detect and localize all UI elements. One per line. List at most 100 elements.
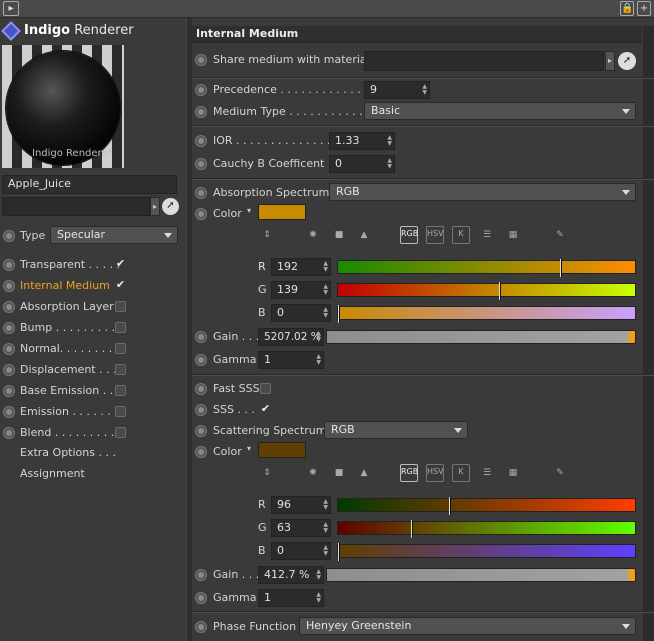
range-icon[interactable]: ⇕ [258, 464, 276, 482]
swatches-icon[interactable]: ▦ [504, 464, 522, 482]
channel-checkbox[interactable] [115, 364, 126, 375]
absorption-r-slider-handle[interactable] [560, 259, 562, 277]
gain2-input[interactable]: 412.7 % ▲ ▼ [258, 566, 324, 584]
medium-type-dropdown[interactable]: Basic [364, 102, 636, 120]
absorption-spectrum-dropdown[interactable]: RGB [329, 183, 636, 201]
absorption-b-slider-handle[interactable] [338, 305, 340, 323]
gain2-radio-icon[interactable] [195, 569, 207, 581]
gamma1-input[interactable]: 1 ▲ ▼ [258, 351, 324, 369]
color-wheel-icon[interactable]: ✺ [304, 464, 322, 482]
phase-function-dropdown[interactable]: Henyey Greenstein [299, 617, 636, 635]
mixer-icon[interactable]: ☰ [478, 464, 496, 482]
precedence-input[interactable]: 9 ▲ ▼ [364, 81, 430, 99]
gradient-square-icon[interactable]: ■ [330, 464, 348, 482]
color2-swatch[interactable] [258, 442, 306, 458]
scattering-g-slider-handle[interactable] [411, 520, 413, 538]
channel-radio-icon[interactable] [3, 259, 15, 271]
eyedropper-icon[interactable]: ✎ [551, 464, 569, 482]
add-panel-icon[interactable]: + [637, 1, 651, 16]
sss-radio-icon[interactable] [195, 404, 207, 416]
absorption-g-slider-handle[interactable] [499, 282, 501, 300]
absorption-r-input[interactable]: 192 ▲ ▼ [271, 258, 331, 276]
assignment-link[interactable]: Assignment [20, 467, 85, 481]
gamma1-radio-icon[interactable] [195, 354, 207, 366]
share-medium-field[interactable] [364, 51, 604, 71]
cauchy-input[interactable]: 0 ▲ ▼ [329, 155, 395, 173]
channel-radio-icon[interactable] [3, 343, 15, 355]
scattering-r-input[interactable]: 96 ▲ ▼ [271, 496, 331, 514]
channel-radio-icon[interactable] [3, 301, 15, 313]
absorption-b-input[interactable]: 0 ▲ ▼ [271, 304, 331, 322]
precedence-radio-icon[interactable] [195, 84, 207, 96]
material-link-field[interactable] [2, 197, 150, 216]
gain1-radio-icon[interactable] [195, 331, 207, 343]
share-arrow-button[interactable]: ▸ [605, 51, 615, 71]
channel-radio-icon[interactable] [3, 322, 15, 334]
hsv-mode-button[interactable]: HSV [426, 226, 444, 244]
channel-label[interactable]: Normal. . . . . . . . . [20, 342, 119, 356]
gain1-input[interactable]: 5207.02 % ▲ ▼ [258, 328, 324, 346]
channel-label[interactable]: Emission . . . . . . . [20, 405, 118, 419]
channel-checkbox[interactable] [115, 427, 126, 438]
kelvin-mode-button[interactable]: K [452, 226, 470, 244]
color1-expand-icon[interactable]: ▾ [247, 204, 251, 218]
channel-radio-icon[interactable] [3, 385, 15, 397]
channel-checkbox[interactable] [115, 385, 126, 396]
scattering-b-slider[interactable] [337, 543, 636, 561]
kelvin-mode-button[interactable]: K [452, 464, 470, 482]
scrollbar[interactable] [643, 26, 654, 641]
mixer-icon[interactable]: ☰ [478, 226, 496, 244]
absorption-g-slider[interactable] [337, 282, 636, 300]
extra-options-link[interactable]: Extra Options . . . [20, 446, 116, 460]
rgb-mode-button[interactable]: RGB [400, 226, 418, 244]
fast-sss-checkbox[interactable] [260, 383, 271, 394]
channel-checkbox[interactable] [115, 301, 126, 312]
absorption-radio-icon[interactable] [195, 187, 207, 199]
gain1-slider[interactable] [326, 330, 636, 344]
channel-label[interactable]: Absorption Layer [20, 300, 114, 314]
scattering-b-slider-handle[interactable] [338, 543, 340, 561]
eyedropper-icon[interactable]: ✎ [551, 226, 569, 244]
scattering-g-slider[interactable] [337, 520, 636, 538]
pick-medium-icon[interactable]: ➚ [618, 52, 636, 70]
menu-icon[interactable]: ▸ [3, 1, 19, 16]
scattering-g-input[interactable]: 63 ▲ ▼ [271, 519, 331, 537]
type-dropdown[interactable]: Specular [50, 226, 178, 244]
scattering-spectrum-dropdown[interactable]: RGB [324, 421, 468, 439]
fast-sss-radio-icon[interactable] [195, 383, 207, 395]
channel-checkbox[interactable] [115, 406, 126, 417]
material-name-field[interactable]: Apple_Juice [2, 175, 177, 194]
ior-radio-icon[interactable] [195, 135, 207, 147]
channel-label[interactable]: Displacement . . . . [20, 363, 124, 377]
channel-radio-icon[interactable] [3, 280, 15, 292]
lock-icon[interactable]: 🔒 [620, 1, 634, 16]
channel-radio-icon[interactable] [3, 406, 15, 418]
channel-label[interactable]: Bump . . . . . . . . . [20, 321, 115, 335]
ior-input[interactable]: 1.33 ▲ ▼ [329, 132, 395, 150]
channel-radio-icon[interactable] [3, 427, 15, 439]
scattering-b-input[interactable]: 0 ▲ ▼ [271, 542, 331, 560]
range-icon[interactable]: ⇕ [258, 226, 276, 244]
color-wheel-icon[interactable]: ✺ [304, 226, 322, 244]
medium-type-radio-icon[interactable] [195, 106, 207, 118]
color2-expand-icon[interactable]: ▾ [247, 442, 251, 456]
absorption-r-slider[interactable] [337, 259, 636, 277]
channel-checkbox[interactable]: ✔ [115, 258, 126, 270]
scattering-r-slider[interactable] [337, 497, 636, 515]
sss-checkbox[interactable]: ✔ [260, 403, 271, 415]
channel-label[interactable]: Transparent . . . . . [20, 258, 120, 272]
cauchy-radio-icon[interactable] [195, 158, 207, 170]
channel-checkbox[interactable] [115, 343, 126, 354]
channel-checkbox[interactable] [115, 322, 126, 333]
gamma2-radio-icon[interactable] [195, 592, 207, 604]
channel-label[interactable]: Internal Medium [20, 279, 110, 293]
absorption-b-slider[interactable] [337, 305, 636, 323]
color2-radio-icon[interactable] [195, 446, 207, 458]
channel-label[interactable]: Blend . . . . . . . . . [20, 426, 114, 440]
absorption-g-input[interactable]: 139 ▲ ▼ [271, 281, 331, 299]
color1-swatch[interactable] [258, 204, 306, 220]
scattering-radio-icon[interactable] [195, 425, 207, 437]
scattering-r-slider-handle[interactable] [449, 497, 451, 515]
gradient-square-icon[interactable]: ■ [330, 226, 348, 244]
share-radio-icon[interactable] [195, 54, 207, 66]
